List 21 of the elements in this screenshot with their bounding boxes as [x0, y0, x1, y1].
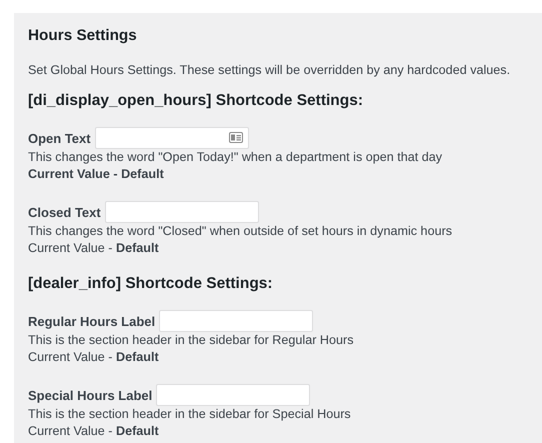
- contact-card-icon[interactable]: [228, 132, 243, 143]
- text-field[interactable]: [104, 201, 259, 223]
- current-value: Current Value - Default: [28, 349, 160, 366]
- field-description: This is the section header in the sidebar for Regular Hours: [28, 332, 355, 349]
- text-field[interactable]: [156, 384, 310, 406]
- field-description: This is the section header in the sidebar for Special Hours: [28, 406, 352, 423]
- current-value: Current Value - Default: [28, 240, 160, 257]
- section-heading: [di_display_open_hours] Shortcode Settings:: [28, 92, 364, 110]
- field-label: Closed Text: [28, 204, 101, 220]
- field-description: This changes the word "Closed" when outside of set hours in dynamic hours: [28, 223, 454, 240]
- field-label: Open Text: [28, 130, 91, 146]
- field-label: Regular Hours Label: [28, 312, 156, 330]
- text-field[interactable]: [94, 127, 249, 149]
- section-heading: [dealer_info] Shortcode Settings:: [28, 275, 274, 293]
- field-description: This changes the word "Open Today!" when a department is open that day: [28, 149, 444, 166]
- intro-text: Set Global Hours Settings. These settings will be overridden by any hardcoded values.: [28, 63, 512, 77]
- current-value: Current Value - Default: [28, 166, 165, 183]
- current-value: Current Value - Default: [28, 423, 160, 440]
- field-label: Special Hours Label: [28, 386, 152, 404]
- panel-title: Hours Settings: [28, 27, 138, 45]
- text-field[interactable]: [159, 310, 314, 332]
